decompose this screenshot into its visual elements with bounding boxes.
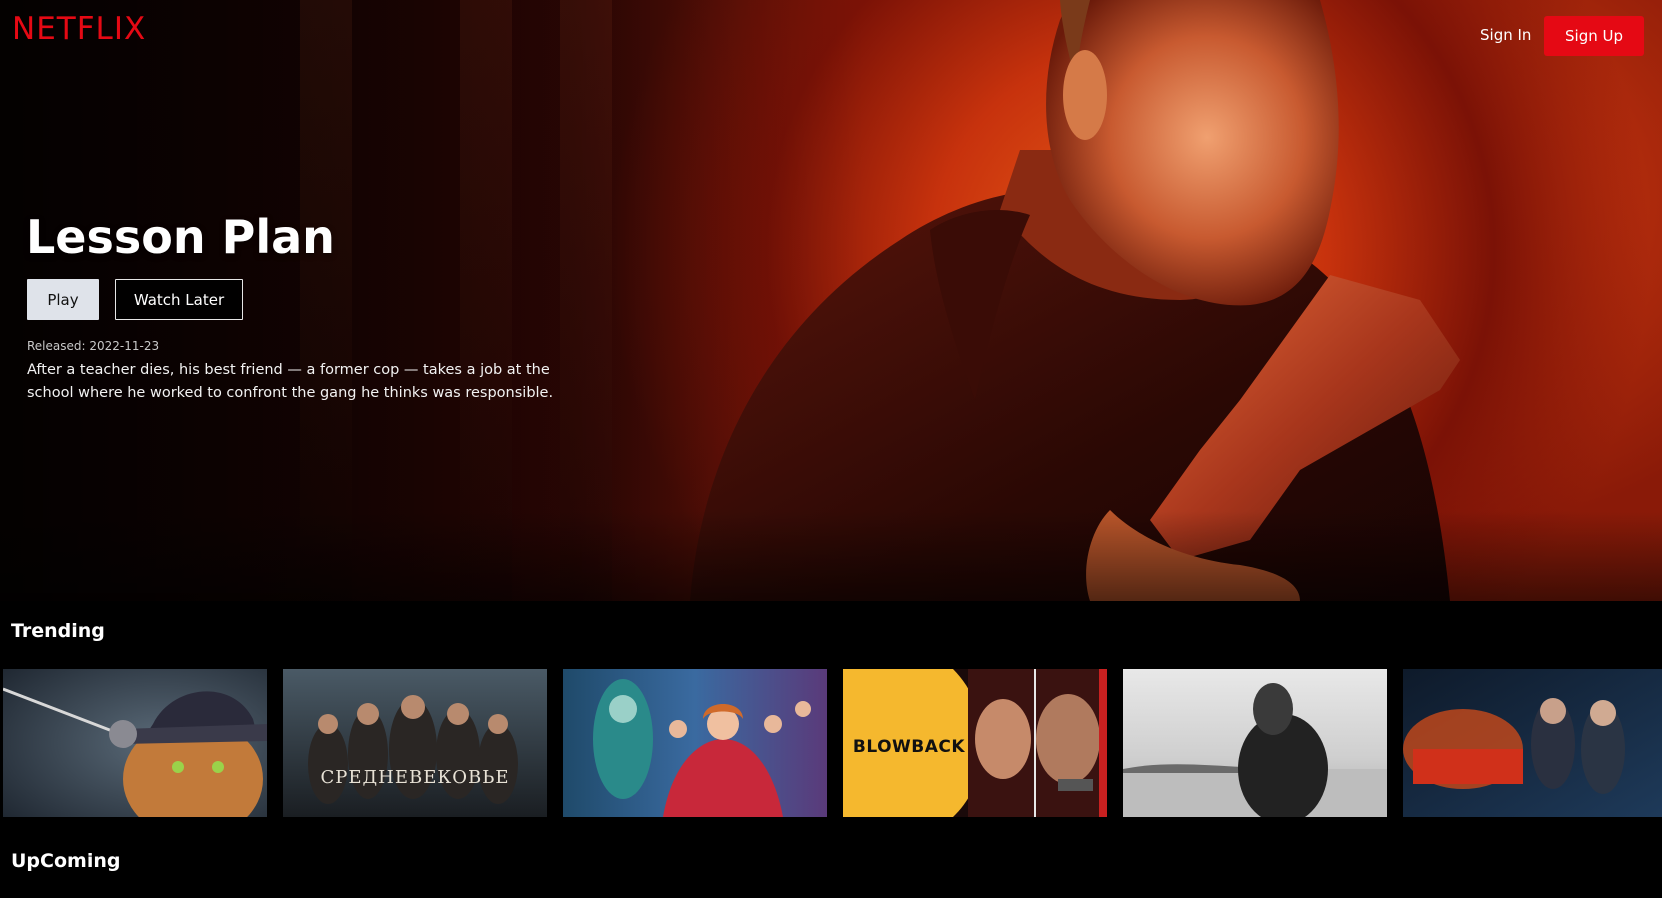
movie-tile[interactable]: BLOWBACK xyxy=(843,669,1107,817)
hero-bottom-fade xyxy=(0,511,1662,601)
play-button[interactable]: Play xyxy=(27,279,99,320)
movie-poster-image xyxy=(283,669,547,817)
movie-poster-text: BLOWBACK xyxy=(852,737,966,757)
sign-in-link[interactable]: Sign In xyxy=(1480,26,1531,44)
movie-tile[interactable] xyxy=(1403,669,1662,817)
movie-tile[interactable]: СРЕДНЕВЕКОВЬЕ xyxy=(283,669,547,817)
netflix-home-page: NETFLIX Sign In Sign Up Lesson Plan Play… xyxy=(0,0,1662,898)
hero-title: Lesson Plan xyxy=(26,210,335,264)
movie-tile[interactable] xyxy=(563,669,827,817)
movie-poster-image xyxy=(563,669,827,817)
release-date: Released: 2022-11-23 xyxy=(27,339,160,353)
trending-row: СРЕДНЕВЕКОВЬЕ BLOWBACK xyxy=(3,669,1662,817)
movie-poster-image xyxy=(1123,669,1387,817)
movie-poster-text: СРЕДНЕВЕКОВЬЕ xyxy=(320,767,510,788)
sign-up-button[interactable]: Sign Up xyxy=(1544,16,1644,56)
trending-row-title: Trending xyxy=(11,620,105,642)
movie-poster-image xyxy=(3,669,267,817)
upcoming-row-title: UpComing xyxy=(11,850,121,872)
hero-banner: NETFLIX Sign In Sign Up Lesson Plan Play… xyxy=(0,0,1662,601)
movie-tile[interactable] xyxy=(3,669,267,817)
movie-tile[interactable] xyxy=(1123,669,1387,817)
netflix-logo[interactable]: NETFLIX xyxy=(12,14,146,45)
hero-description: After a teacher dies, his best friend — … xyxy=(27,362,554,402)
watch-later-button[interactable]: Watch Later xyxy=(115,279,243,320)
movie-poster-image xyxy=(1403,669,1662,817)
